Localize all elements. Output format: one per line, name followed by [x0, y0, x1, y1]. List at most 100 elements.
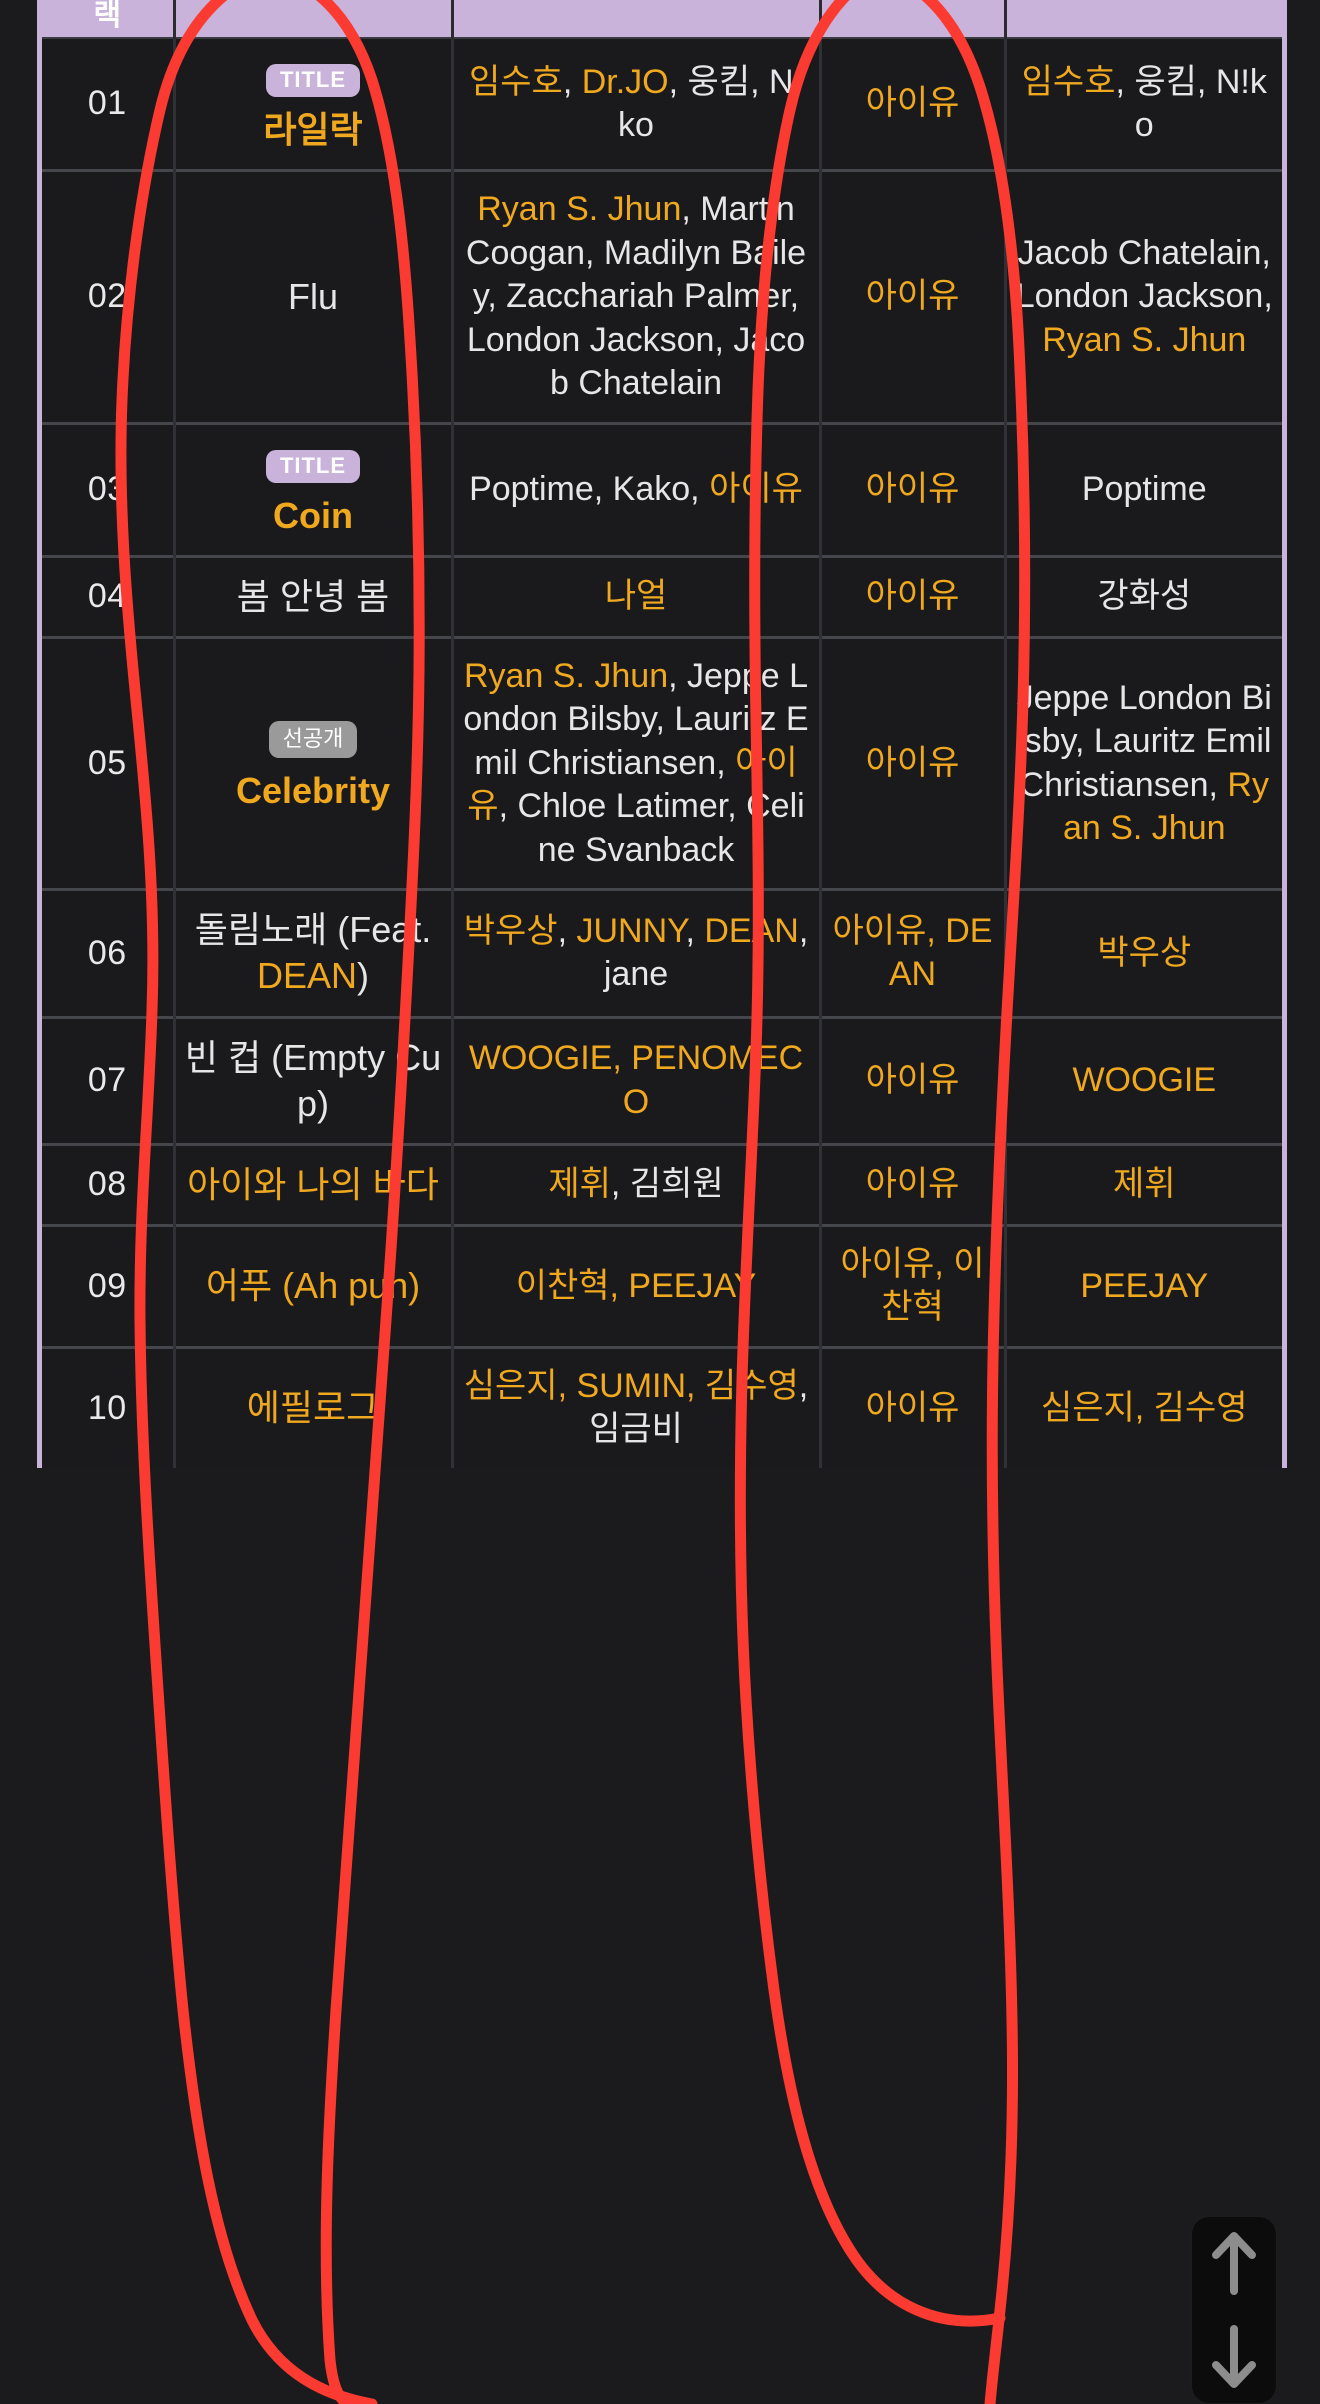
cell-writer: Ryan S. Jhun, Martin Coogan, Madilyn Bai… [452, 169, 822, 424]
vocalist-part: 아이유 [865, 577, 960, 616]
table-row[interactable]: 07 빈 컵 (Empty Cup) WOOGIE, PENOMECO 아이유 WOOG… [42, 1015, 1282, 1145]
cell-writer: Ryan S. Jhun, Jeppe London Bilsby, Lauri… [452, 635, 822, 890]
arranger-part: PEEJAY [1080, 1266, 1209, 1305]
header-row: 랙 [42, 0, 1282, 38]
cell-writer: 제휘, 김희원 [452, 1142, 822, 1226]
cell-track-title[interactable]: TITLE Coin [174, 421, 454, 557]
cell-arranger: 임수호, 웅킴, N!ko [1005, 37, 1282, 171]
track-title-text: 돌림노래 (Feat. DEAN) [184, 907, 443, 999]
writer-part: Poptime, Kako, [469, 469, 710, 508]
writer-part: Ryan S. Jhun [477, 190, 682, 229]
track-title-text: 어푸 (Ah puh) [205, 1265, 421, 1307]
cell-track-title[interactable]: 선공개 Celebrity [174, 635, 454, 890]
cell-arranger: Poptime [1005, 421, 1282, 557]
cell-vocalist: 아이유 [820, 37, 1007, 171]
writer-part: , [610, 1164, 630, 1203]
cell-track-number: 04 [42, 554, 176, 638]
writer-part: Ryan S. Jhun [463, 656, 669, 695]
table-body: 01 TITLE 라일락 임수호, Dr.JO, 웅킴, N!ko 아이유 임수호, 웅킴… [42, 37, 1282, 1468]
writer-part: 박우상 [463, 911, 558, 950]
cell-track-number: 07 [42, 1015, 176, 1145]
cell-track-number: 01 [42, 37, 176, 171]
table-row[interactable]: 05 선공개 Celebrity Ryan S. Jhun, Jeppe London… [42, 635, 1282, 890]
arrow-down-icon[interactable] [1208, 2323, 1260, 2389]
arranger-part: , 웅킴, N!ko [1115, 62, 1267, 145]
title-badge: TITLE [265, 449, 361, 483]
cell-vocalist: 아이유 [820, 1142, 1007, 1226]
cell-vocalist: 아이유 [820, 169, 1007, 424]
table-row[interactable]: 06 돌림노래 (Feat. DEAN) 박우상, JUNNY, DEAN, jan… [42, 888, 1282, 1018]
column-header-arranger[interactable] [1005, 0, 1282, 38]
cell-track-title[interactable]: TITLE 라일락 [174, 37, 454, 171]
column-header-vocal[interactable] [820, 0, 1007, 38]
cell-track-title[interactable]: 빈 컵 (Empty Cup) [174, 1015, 454, 1145]
column-header-title[interactable] [174, 0, 454, 38]
table-row[interactable]: 08 아이와 나의 바다 제휘, 김희원 아이유 제휘 [42, 1142, 1282, 1226]
cell-vocalist: 아이유, DEAN [820, 888, 1007, 1018]
cell-arranger: WOOGIE [1005, 1015, 1282, 1145]
cell-arranger: Jacob Chatelain, London Jackson, Ryan S.… [1005, 169, 1282, 424]
track-title-text: Flu [287, 275, 338, 317]
track-title-text: 아이와 나의 바다 [187, 1163, 439, 1205]
cell-writer: 나얼 [452, 554, 822, 638]
table-row[interactable]: 01 TITLE 라일락 임수호, Dr.JO, 웅킴, N!ko 아이유 임수호, 웅킴… [42, 37, 1282, 171]
column-header-writer[interactable] [452, 0, 822, 38]
cell-track-number: 10 [42, 1345, 176, 1468]
cell-writer: 임수호, Dr.JO, 웅킴, N!ko [452, 37, 822, 171]
track-title-text: 라일락 [263, 109, 363, 150]
track-title-part: DEAN [256, 955, 358, 997]
arranger-part: 제휘 [1112, 1164, 1176, 1203]
track-title-text: Coin [273, 494, 353, 536]
title-badge: TITLE [265, 64, 361, 97]
cell-track-number: 03 [42, 421, 176, 557]
cell-vocalist: 아이유 [820, 554, 1007, 638]
arranger-part: 임수호 [1021, 62, 1116, 101]
column-header-track-no[interactable]: 랙 [42, 0, 176, 38]
arrow-up-icon[interactable] [1208, 2231, 1260, 2297]
track-list-table: 랙 01 TITLE 라일락 임수호, Dr.JO, 웅킴, N!ko 아이유 임수호, … [42, 0, 1282, 1468]
cell-track-title[interactable]: 봄 안녕 봄 [174, 554, 454, 638]
pre-release-badge: 선공개 [268, 720, 358, 758]
writer-part: 아이유 [709, 469, 803, 508]
vocalist-part: 아이유 [865, 743, 960, 782]
cell-arranger: 강화성 [1005, 554, 1282, 638]
vocalist-part: 아이유 [865, 84, 960, 123]
scroll-fab[interactable] [1191, 2216, 1277, 2404]
arranger-part: 심은지, 김수영 [1040, 1388, 1248, 1427]
cell-track-title[interactable]: 아이와 나의 바다 [174, 1142, 454, 1226]
cell-arranger: 제휘 [1005, 1142, 1282, 1226]
arranger-part: Jacob Chatelain, London Jackson, [1015, 233, 1273, 316]
cell-track-title[interactable]: Flu [174, 169, 454, 424]
writer-part: 심은지, SUMIN, 김수영 [463, 1366, 799, 1405]
writer-part: , [562, 62, 582, 101]
table-row[interactable]: 03 TITLE Coin Poptime, Kako, 아이유 아이유 Poptime [42, 421, 1282, 557]
cell-writer: Poptime, Kako, 아이유 [452, 421, 822, 557]
cell-track-title[interactable]: 돌림노래 (Feat. DEAN) [174, 888, 454, 1018]
vocalist-part: 아이유 [865, 1164, 960, 1203]
vocalist-part: 아이유 [865, 469, 960, 508]
track-title-text: 빈 컵 (Empty Cup) [184, 1036, 442, 1124]
track-title-part: 돌림노래 (Feat. [194, 909, 432, 951]
arranger-part: Ryan S. Jhun [1042, 320, 1247, 359]
track-title-text: 봄 안녕 봄 [236, 575, 390, 617]
cell-arranger: PEEJAY [1005, 1223, 1282, 1348]
writer-part: 제휘 [548, 1164, 611, 1203]
writer-part: WOOGIE, PENOMECO [468, 1039, 804, 1121]
vocalist-part: 아이유 [865, 1388, 960, 1427]
writer-part: , [557, 911, 577, 950]
cell-track-title[interactable]: 어푸 (Ah puh) [174, 1223, 454, 1348]
cell-track-number: 08 [42, 1142, 176, 1226]
vocalist-part: 아이유 [865, 277, 960, 316]
cell-track-title[interactable]: 에필로그 [174, 1345, 454, 1468]
track-title-text: Celebrity [235, 769, 391, 811]
vocalist-part: 아이유 [865, 1060, 960, 1099]
column-header-track-no-label: 랙 [93, 0, 122, 32]
writer-part: Dr.JO [581, 62, 669, 101]
table-row[interactable]: 02 Flu Ryan S. Jhun, Martin Coogan, Madily… [42, 169, 1282, 424]
table-row[interactable]: 09 어푸 (Ah puh) 이찬혁, PEEJAY 아이유, 이찬혁 PEEJAY [42, 1223, 1282, 1348]
cell-vocalist: 아이유 [820, 1015, 1007, 1145]
table-row[interactable]: 10 에필로그 심은지, SUMIN, 김수영, 임금비 아이유 심은지, 김수영 [42, 1345, 1282, 1468]
cell-vocalist: 아이유 [820, 1345, 1007, 1468]
cell-vocalist: 아이유 [820, 635, 1007, 890]
table-row[interactable]: 04 봄 안녕 봄 나얼 아이유 강화성 [42, 554, 1282, 638]
